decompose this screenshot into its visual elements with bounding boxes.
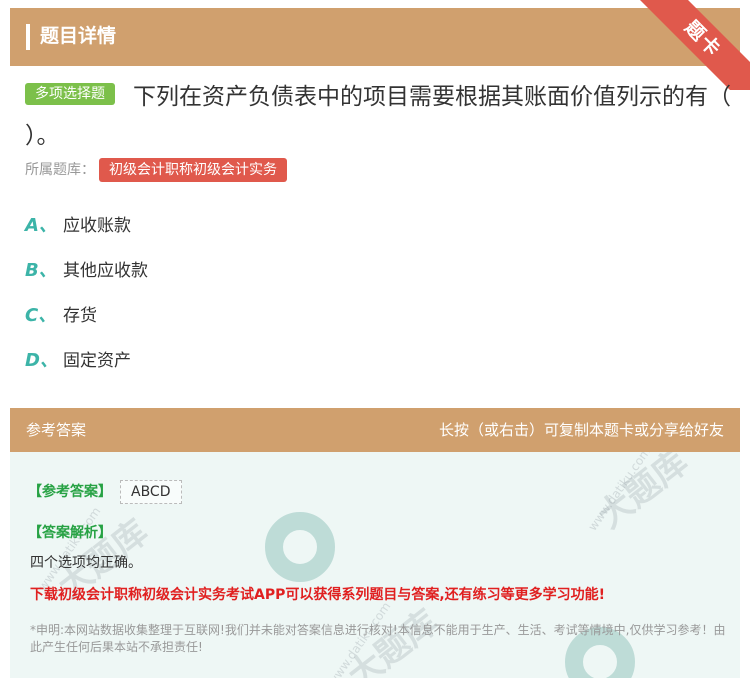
option-letter: B、 xyxy=(25,260,57,281)
analysis-text: 四个选项均正确。 xyxy=(30,555,142,571)
ribbon-wrap: 题卡 xyxy=(640,0,750,90)
answer-header-title: 参考答案 xyxy=(26,421,87,439)
option-text: 其他应收款 xyxy=(63,261,148,281)
analysis-label: 【答案解析】 xyxy=(28,525,112,541)
option-c[interactable]: C、 存货 xyxy=(25,302,97,330)
option-text: 存货 xyxy=(63,306,97,326)
question-type-tag: 多项选择题 xyxy=(25,82,115,105)
reference-answer-value[interactable]: ABCD xyxy=(120,480,182,504)
page-title: 题目详情 xyxy=(40,25,117,47)
option-text: 固定资产 xyxy=(63,351,131,371)
answer-header: 参考答案 长按（或右击）可复制本题卡或分享给好友 xyxy=(10,408,740,452)
source-library-badge[interactable]: 初级会计职称初级会计实务 xyxy=(99,158,287,182)
option-d[interactable]: D、 固定资产 xyxy=(25,347,131,375)
app-download-link[interactable]: 下载初级会计职称初级会计实务考试APP可以获得系列题目与答案,还有练习等更多学习… xyxy=(30,584,605,606)
option-b[interactable]: B、 其他应收款 xyxy=(25,257,148,285)
header-bar-icon xyxy=(26,24,30,50)
reference-answer: 【参考答案】 ABCD xyxy=(28,480,182,504)
reference-answer-label: 【参考答案】 xyxy=(28,484,112,500)
page-header: 题目详情 xyxy=(10,8,740,66)
question-stem: 多项选择题 下列在资产负债表中的项目需要根据其账面价值列示的有（ ）。 xyxy=(25,78,735,156)
source-label: 所属题库： xyxy=(25,162,95,178)
answer-panel: 大题库 大题库 大题库 www.datiku.com www.datiku.co… xyxy=(10,452,740,678)
option-letter: A、 xyxy=(25,215,57,236)
option-text: 应收账款 xyxy=(63,216,131,236)
question-card-ribbon[interactable]: 题卡 xyxy=(640,0,750,90)
option-a[interactable]: A、 应收账款 xyxy=(25,212,131,240)
share-hint: 长按（或右击）可复制本题卡或分享给好友 xyxy=(438,421,724,439)
question-text: 下列在资产负债表中的项目需要根据其账面价值列示的有（ ）。 xyxy=(25,84,731,149)
watermark-logo-icon xyxy=(265,512,335,582)
disclaimer-text: *申明:本网站数据收集整理于互联网!我们并未能对答案信息进行核对!本信息不能用于… xyxy=(30,623,726,654)
option-letter: C、 xyxy=(25,305,57,326)
option-letter: D、 xyxy=(25,350,58,371)
question-source: 所属题库： 初级会计职称初级会计实务 xyxy=(25,158,287,182)
